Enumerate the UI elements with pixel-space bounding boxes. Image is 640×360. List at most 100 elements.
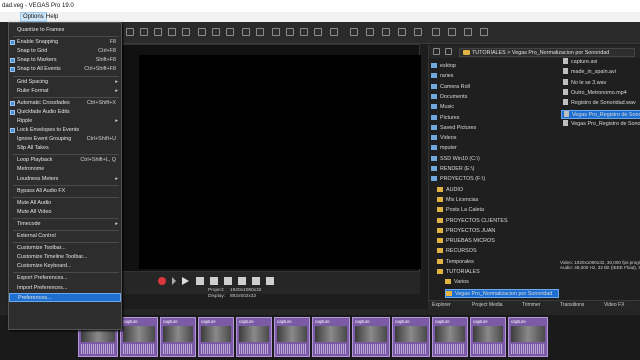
menu-options[interactable]: Options [20, 12, 47, 22]
paste-icon[interactable] [226, 28, 234, 36]
menu-item-ignore-event-grouping[interactable]: Ignore Event Grouping Ctrl+Shift+U [9, 135, 121, 144]
file-item[interactable]: capture.avi [561, 58, 640, 67]
file-item[interactable]: Vegas Pro_Registro de Sonoridad [561, 119, 640, 129]
refresh-icon[interactable] [448, 28, 456, 36]
timeline-clip[interactable]: capture [352, 317, 390, 357]
file-item[interactable]: Outro_Metronomo.mp4 [561, 88, 640, 98]
tree-item[interactable]: Posts La Caleta [437, 206, 559, 215]
menu-help[interactable]: Help [44, 12, 60, 22]
menu-item-metronome[interactable]: Metronome [9, 165, 121, 174]
menu-item-snap-to-markers[interactable]: Snap to Markers Shift+F8 [9, 56, 121, 65]
file-item[interactable]: made_in_spain.avi [561, 68, 640, 77]
tree-item[interactable]: PROYECTOS (F:\) [431, 175, 559, 184]
file-item[interactable]: No le se 3.wav [561, 78, 640, 88]
menu-item-timecode[interactable]: Timecode ▸ [9, 220, 121, 229]
tree-item[interactable]: AUDIO [437, 186, 559, 195]
timeline-clip[interactable]: capture [508, 317, 548, 357]
tree-item[interactable]: Varios [445, 278, 559, 287]
tree-item[interactable]: Music [431, 103, 559, 112]
copy-icon[interactable] [212, 28, 220, 36]
pause-icon[interactable] [196, 277, 204, 285]
preview-settings-icon[interactable] [350, 28, 358, 36]
tree-item[interactable]: Temporales [437, 258, 559, 267]
menu-item-customize-timeline-toolbar[interactable]: Customize Timeline Toolbar... [9, 253, 121, 262]
menu-item-snap-to-all-events[interactable]: Snap to All Events Ctrl+Shift+F8 [9, 65, 121, 74]
tree-item[interactable]: SSD Win10 (C:\) [431, 155, 559, 164]
timeline-clip[interactable]: capture [274, 317, 310, 357]
menu-item-slip-all-takes[interactable]: Slip All Takes [9, 144, 121, 153]
tree-item[interactable]: Vegas Pro_Normalizacion por Sonoridad [445, 288, 559, 298]
menu-item-quantize-to-frames[interactable]: Quantize to Frames [9, 26, 121, 35]
save-icon[interactable] [154, 28, 162, 36]
tree-item[interactable]: RECURSOS [437, 247, 559, 256]
tree-item[interactable]: Mis Licencias [437, 196, 559, 205]
menu-item-snap-to-grid[interactable]: Snap to Grid Ctrl+F8 [9, 47, 121, 56]
menu-item-loudness-meters[interactable]: Loudness Meters ▸ [9, 175, 121, 184]
tab-transitions[interactable]: Transitions [560, 302, 584, 308]
menu-item-import-preferences[interactable]: Import Preferences... [9, 284, 121, 293]
menu-item-grid-spacing[interactable]: Grid Spacing ▸ [9, 78, 121, 87]
previous-frame-icon[interactable] [252, 277, 260, 285]
tree-item[interactable]: esktop [431, 62, 559, 71]
snap-icon[interactable] [272, 28, 280, 36]
address-path[interactable]: TUTORIALES > Vegas Pro_Normalizacion por… [459, 48, 635, 57]
timeline-clip[interactable]: capture [470, 317, 506, 357]
selection-tool-icon[interactable] [314, 28, 322, 36]
tree-item[interactable]: Videos [431, 134, 559, 143]
new-project-icon[interactable] [126, 28, 134, 36]
normal-edit-tool-icon[interactable] [286, 28, 294, 36]
tab-project-media[interactable]: Project Media [472, 302, 503, 308]
menu-item-quickfade-audio-edits[interactable]: Quickfade Audio Edits [9, 108, 121, 117]
up-folder-icon[interactable] [445, 48, 452, 55]
open-project-icon[interactable] [140, 28, 148, 36]
zoom-tool-icon[interactable] [330, 28, 338, 36]
loop-icon[interactable] [172, 277, 176, 285]
play-icon[interactable] [182, 277, 189, 285]
tree-item[interactable]: PROYECTOS CLIENTES [437, 217, 559, 226]
tab-explorer[interactable]: Explorer [432, 302, 451, 308]
tree-item[interactable]: Documents [431, 93, 559, 102]
timeline-clip[interactable]: capture [432, 317, 468, 357]
menu-item-external-control[interactable]: External Control [9, 232, 121, 241]
menu-item-preferences[interactable]: Preferences... [9, 292, 121, 302]
tree-item[interactable]: raries [431, 72, 559, 81]
split-screen-icon[interactable] [382, 28, 390, 36]
overlays-icon[interactable] [398, 28, 406, 36]
file-item[interactable]: Registro de Sonoridad.wav [561, 99, 640, 108]
timeline-clip[interactable]: capture [236, 317, 272, 357]
tree-item[interactable]: Pictures [431, 114, 559, 123]
timeline-clip[interactable]: capture [198, 317, 234, 357]
undo-icon[interactable] [242, 28, 250, 36]
menu-item-ruler-format[interactable]: Ruler Format ▸ [9, 87, 121, 96]
go-to-start-icon[interactable] [224, 277, 232, 285]
tab-trimmer[interactable]: Trimmer [522, 302, 540, 308]
menu-item-bypass-all-audio-fx[interactable]: Bypass All Audio FX [9, 187, 121, 196]
cut-icon[interactable] [198, 28, 206, 36]
tree-item[interactable]: PROYECTOS JUAN [437, 227, 559, 236]
tree-item[interactable]: mputer [431, 144, 559, 153]
delete-icon[interactable] [464, 28, 472, 36]
timeline-clip[interactable]: capture [120, 317, 158, 357]
import-media-icon[interactable] [432, 28, 440, 36]
tree-item[interactable]: PRUEBAS MICROS [437, 237, 559, 246]
envelope-tool-icon[interactable] [300, 28, 308, 36]
menu-item-enable-snapping[interactable]: Enable Snapping F8 [9, 38, 121, 47]
tree-item[interactable]: Saved Pictures [431, 124, 559, 133]
tab-video-fx[interactable]: Video FX [604, 302, 624, 308]
file-item[interactable]: Vegas Pro_Registro de Sonoridad [561, 109, 640, 119]
redo-icon[interactable] [256, 28, 264, 36]
preview-fx-icon[interactable] [366, 28, 374, 36]
tree-item[interactable]: RENDER (E:\) [431, 165, 559, 174]
next-frame-icon[interactable] [266, 277, 274, 285]
address-segment-1[interactable]: TUTORIALES [472, 50, 506, 56]
menu-item-customize-toolbar[interactable]: Customize Toolbar... [9, 244, 121, 253]
properties-icon[interactable] [182, 28, 190, 36]
menu-item-lock-envelopes-to-events[interactable]: Lock Envelopes to Events [9, 126, 121, 135]
view-icon[interactable] [480, 28, 488, 36]
record-icon[interactable] [158, 277, 166, 285]
render-icon[interactable] [168, 28, 176, 36]
stop-icon[interactable] [210, 277, 218, 285]
menu-item-export-preferences[interactable]: Export Preferences... [9, 274, 121, 283]
menu-item-automatic-crossfades[interactable]: Automatic Crossfades Ctrl+Shift+X [9, 99, 121, 108]
tree-item[interactable]: TUTORIALES [437, 268, 559, 277]
